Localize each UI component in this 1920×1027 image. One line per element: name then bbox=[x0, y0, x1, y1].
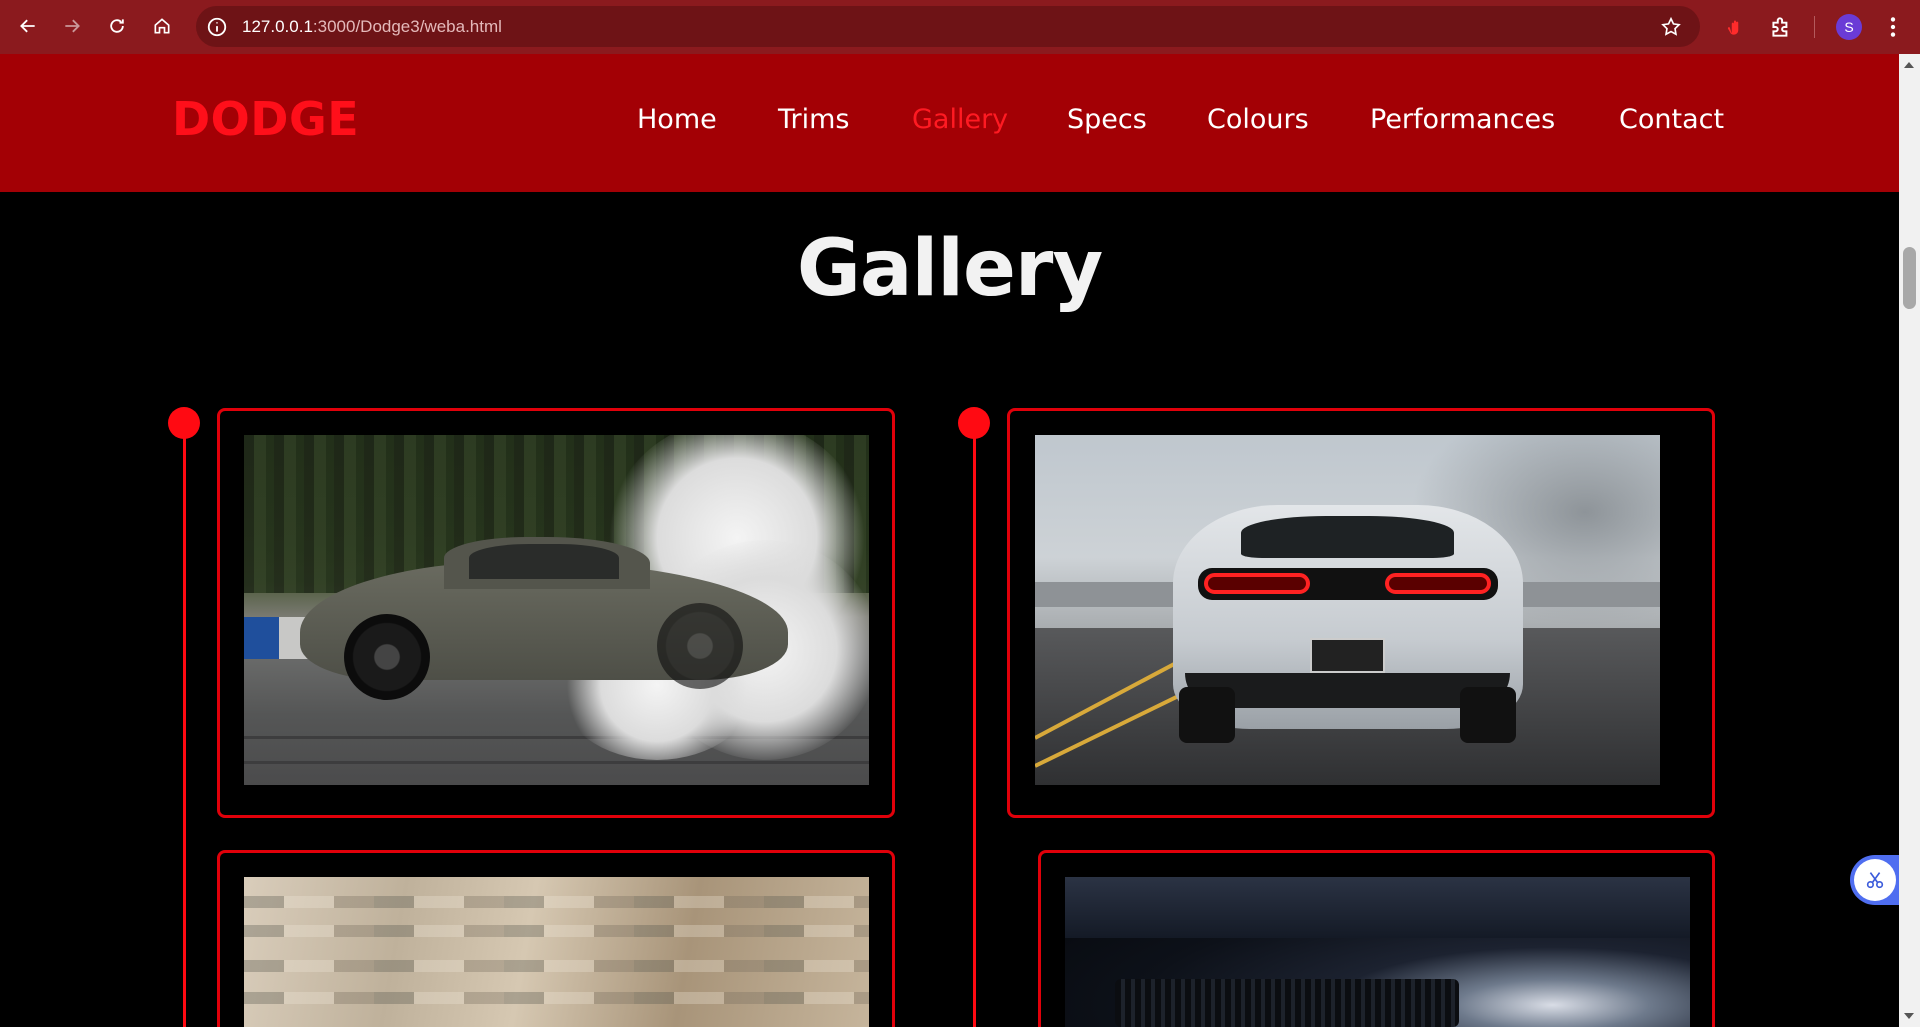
gallery-card-1[interactable] bbox=[217, 408, 895, 818]
gallery-image-2[interactable] bbox=[1035, 435, 1660, 785]
timeline-line-left bbox=[183, 420, 186, 1027]
browser-menu-icon[interactable] bbox=[1880, 14, 1906, 40]
bookmark-star-icon[interactable] bbox=[1660, 16, 1682, 38]
nav-home[interactable]: Home bbox=[637, 104, 717, 135]
photo-blur-streak bbox=[244, 960, 869, 973]
nav-gallery[interactable]: Gallery bbox=[912, 104, 1008, 135]
scrollbar-thumb[interactable] bbox=[1903, 247, 1916, 309]
gallery-image-1[interactable] bbox=[244, 435, 869, 785]
nav-specs[interactable]: Specs bbox=[1067, 104, 1147, 135]
site-header: DODGE Home Trims Gallery Specs Colours P… bbox=[0, 54, 1899, 192]
address-bar[interactable]: 127.0.0.1:3000/Dodge3/weba.html bbox=[196, 6, 1700, 47]
browser-toolbar: 127.0.0.1:3000/Dodge3/weba.html S bbox=[0, 0, 1920, 54]
gallery-card-4[interactable] bbox=[1038, 850, 1715, 1027]
photo-license-plate bbox=[1310, 638, 1385, 673]
reload-icon[interactable] bbox=[103, 12, 131, 40]
site-logo[interactable]: DODGE bbox=[172, 92, 359, 146]
site-info-icon[interactable] bbox=[206, 16, 228, 38]
photo-hood bbox=[1065, 877, 1690, 938]
photo-blur-streak bbox=[244, 896, 869, 909]
photo-front-wheel bbox=[344, 613, 430, 700]
photo-taillight-right bbox=[1385, 573, 1492, 595]
profile-avatar[interactable]: S bbox=[1836, 14, 1862, 40]
url-text: 127.0.0.1:3000/Dodge3/weba.html bbox=[242, 6, 502, 47]
extensions-puzzle-icon[interactable] bbox=[1768, 14, 1794, 40]
gallery-card-2[interactable] bbox=[1007, 408, 1715, 818]
toolbar-separator bbox=[1814, 16, 1815, 38]
photo-tire-right bbox=[1460, 687, 1517, 743]
page-scrollbar[interactable] bbox=[1899, 54, 1920, 1027]
scissors-icon[interactable] bbox=[1854, 859, 1896, 901]
gallery-image-4[interactable] bbox=[1065, 877, 1690, 1027]
timeline-dot-right bbox=[958, 407, 990, 439]
url-host: 127.0.0.1 bbox=[242, 17, 313, 36]
back-icon[interactable] bbox=[14, 12, 42, 40]
home-icon[interactable] bbox=[148, 12, 176, 40]
url-path: :3000/Dodge3/weba.html bbox=[312, 17, 502, 36]
nav-performances[interactable]: Performances bbox=[1370, 104, 1555, 135]
forward-icon[interactable] bbox=[58, 12, 86, 40]
photo-blur-streak bbox=[244, 992, 869, 1005]
photo-grill bbox=[1115, 979, 1459, 1027]
scroll-up-arrow-icon[interactable] bbox=[1904, 62, 1914, 68]
photo-guardrail-right bbox=[1503, 582, 1660, 607]
nav-trims[interactable]: Trims bbox=[778, 104, 850, 135]
extension-hand-icon[interactable] bbox=[1722, 14, 1748, 40]
photo-car-window bbox=[469, 543, 619, 579]
gallery-card-3[interactable] bbox=[217, 850, 895, 1027]
timeline-dot-left bbox=[168, 407, 200, 439]
timeline-line-right bbox=[973, 420, 976, 1027]
photo-blur-streak bbox=[244, 925, 869, 937]
photo-tire-left bbox=[1178, 687, 1235, 743]
photo-rear-wheel bbox=[656, 603, 743, 689]
photo-rear-window bbox=[1241, 515, 1454, 558]
photo-taillight-left bbox=[1203, 573, 1310, 595]
nav-contact[interactable]: Contact bbox=[1619, 104, 1724, 135]
scroll-down-arrow-icon[interactable] bbox=[1904, 1013, 1914, 1019]
nav-colours[interactable]: Colours bbox=[1207, 104, 1309, 135]
gallery-image-3[interactable] bbox=[244, 877, 869, 1027]
floating-tool-widget[interactable] bbox=[1850, 855, 1899, 905]
photo-road-mark bbox=[244, 760, 869, 764]
page-viewport: DODGE Home Trims Gallery Specs Colours P… bbox=[0, 54, 1899, 1027]
gallery-title: Gallery bbox=[796, 224, 1103, 314]
